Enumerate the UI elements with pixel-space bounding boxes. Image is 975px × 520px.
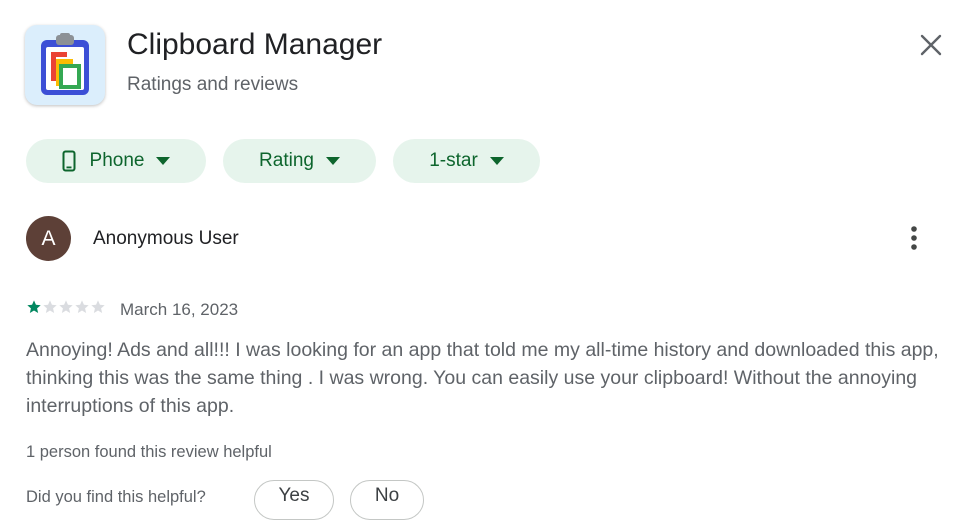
star-empty-icon [91, 300, 105, 313]
filter-chip-device[interactable]: Phone [26, 139, 206, 183]
star-empty-icon [75, 300, 89, 313]
more-options-button[interactable] [898, 222, 930, 254]
filter-chip-rating[interactable]: Rating [223, 139, 376, 183]
reviewer-name: Anonymous User [93, 228, 239, 249]
star-empty-icon [59, 300, 73, 313]
review-date: March 16, 2023 [120, 300, 239, 319]
clipboard-icon [41, 33, 89, 95]
filter-chip-star-rating[interactable]: 1-star [393, 139, 540, 183]
more-vert-icon [911, 226, 917, 250]
helpful-yes-button[interactable]: Yes [254, 480, 334, 520]
page-subtitle: Ratings and reviews [127, 74, 299, 95]
star-rating [26, 299, 106, 315]
helpful-question: Did you find this helpful? [26, 488, 206, 506]
filter-chip-label: Rating [259, 150, 314, 171]
star-empty-icon [43, 300, 57, 313]
filter-chip-label: 1-star [429, 150, 478, 171]
helpful-no-button[interactable]: No [350, 480, 424, 520]
review-text: Annoying! Ads and all!!! I was looking f… [26, 339, 939, 417]
helpful-count: 1 person found this review helpful [26, 443, 272, 461]
caret-down-icon [325, 157, 340, 165]
phone-icon [62, 150, 76, 172]
caret-down-icon [156, 157, 171, 165]
close-icon [920, 34, 942, 56]
filter-chip-label: Phone [89, 150, 145, 171]
app-icon [25, 25, 105, 105]
close-button[interactable] [912, 26, 950, 64]
caret-down-icon [489, 157, 504, 165]
avatar: A [26, 216, 71, 261]
star-filled-icon [27, 300, 41, 313]
app-title: Clipboard Manager [127, 28, 383, 61]
